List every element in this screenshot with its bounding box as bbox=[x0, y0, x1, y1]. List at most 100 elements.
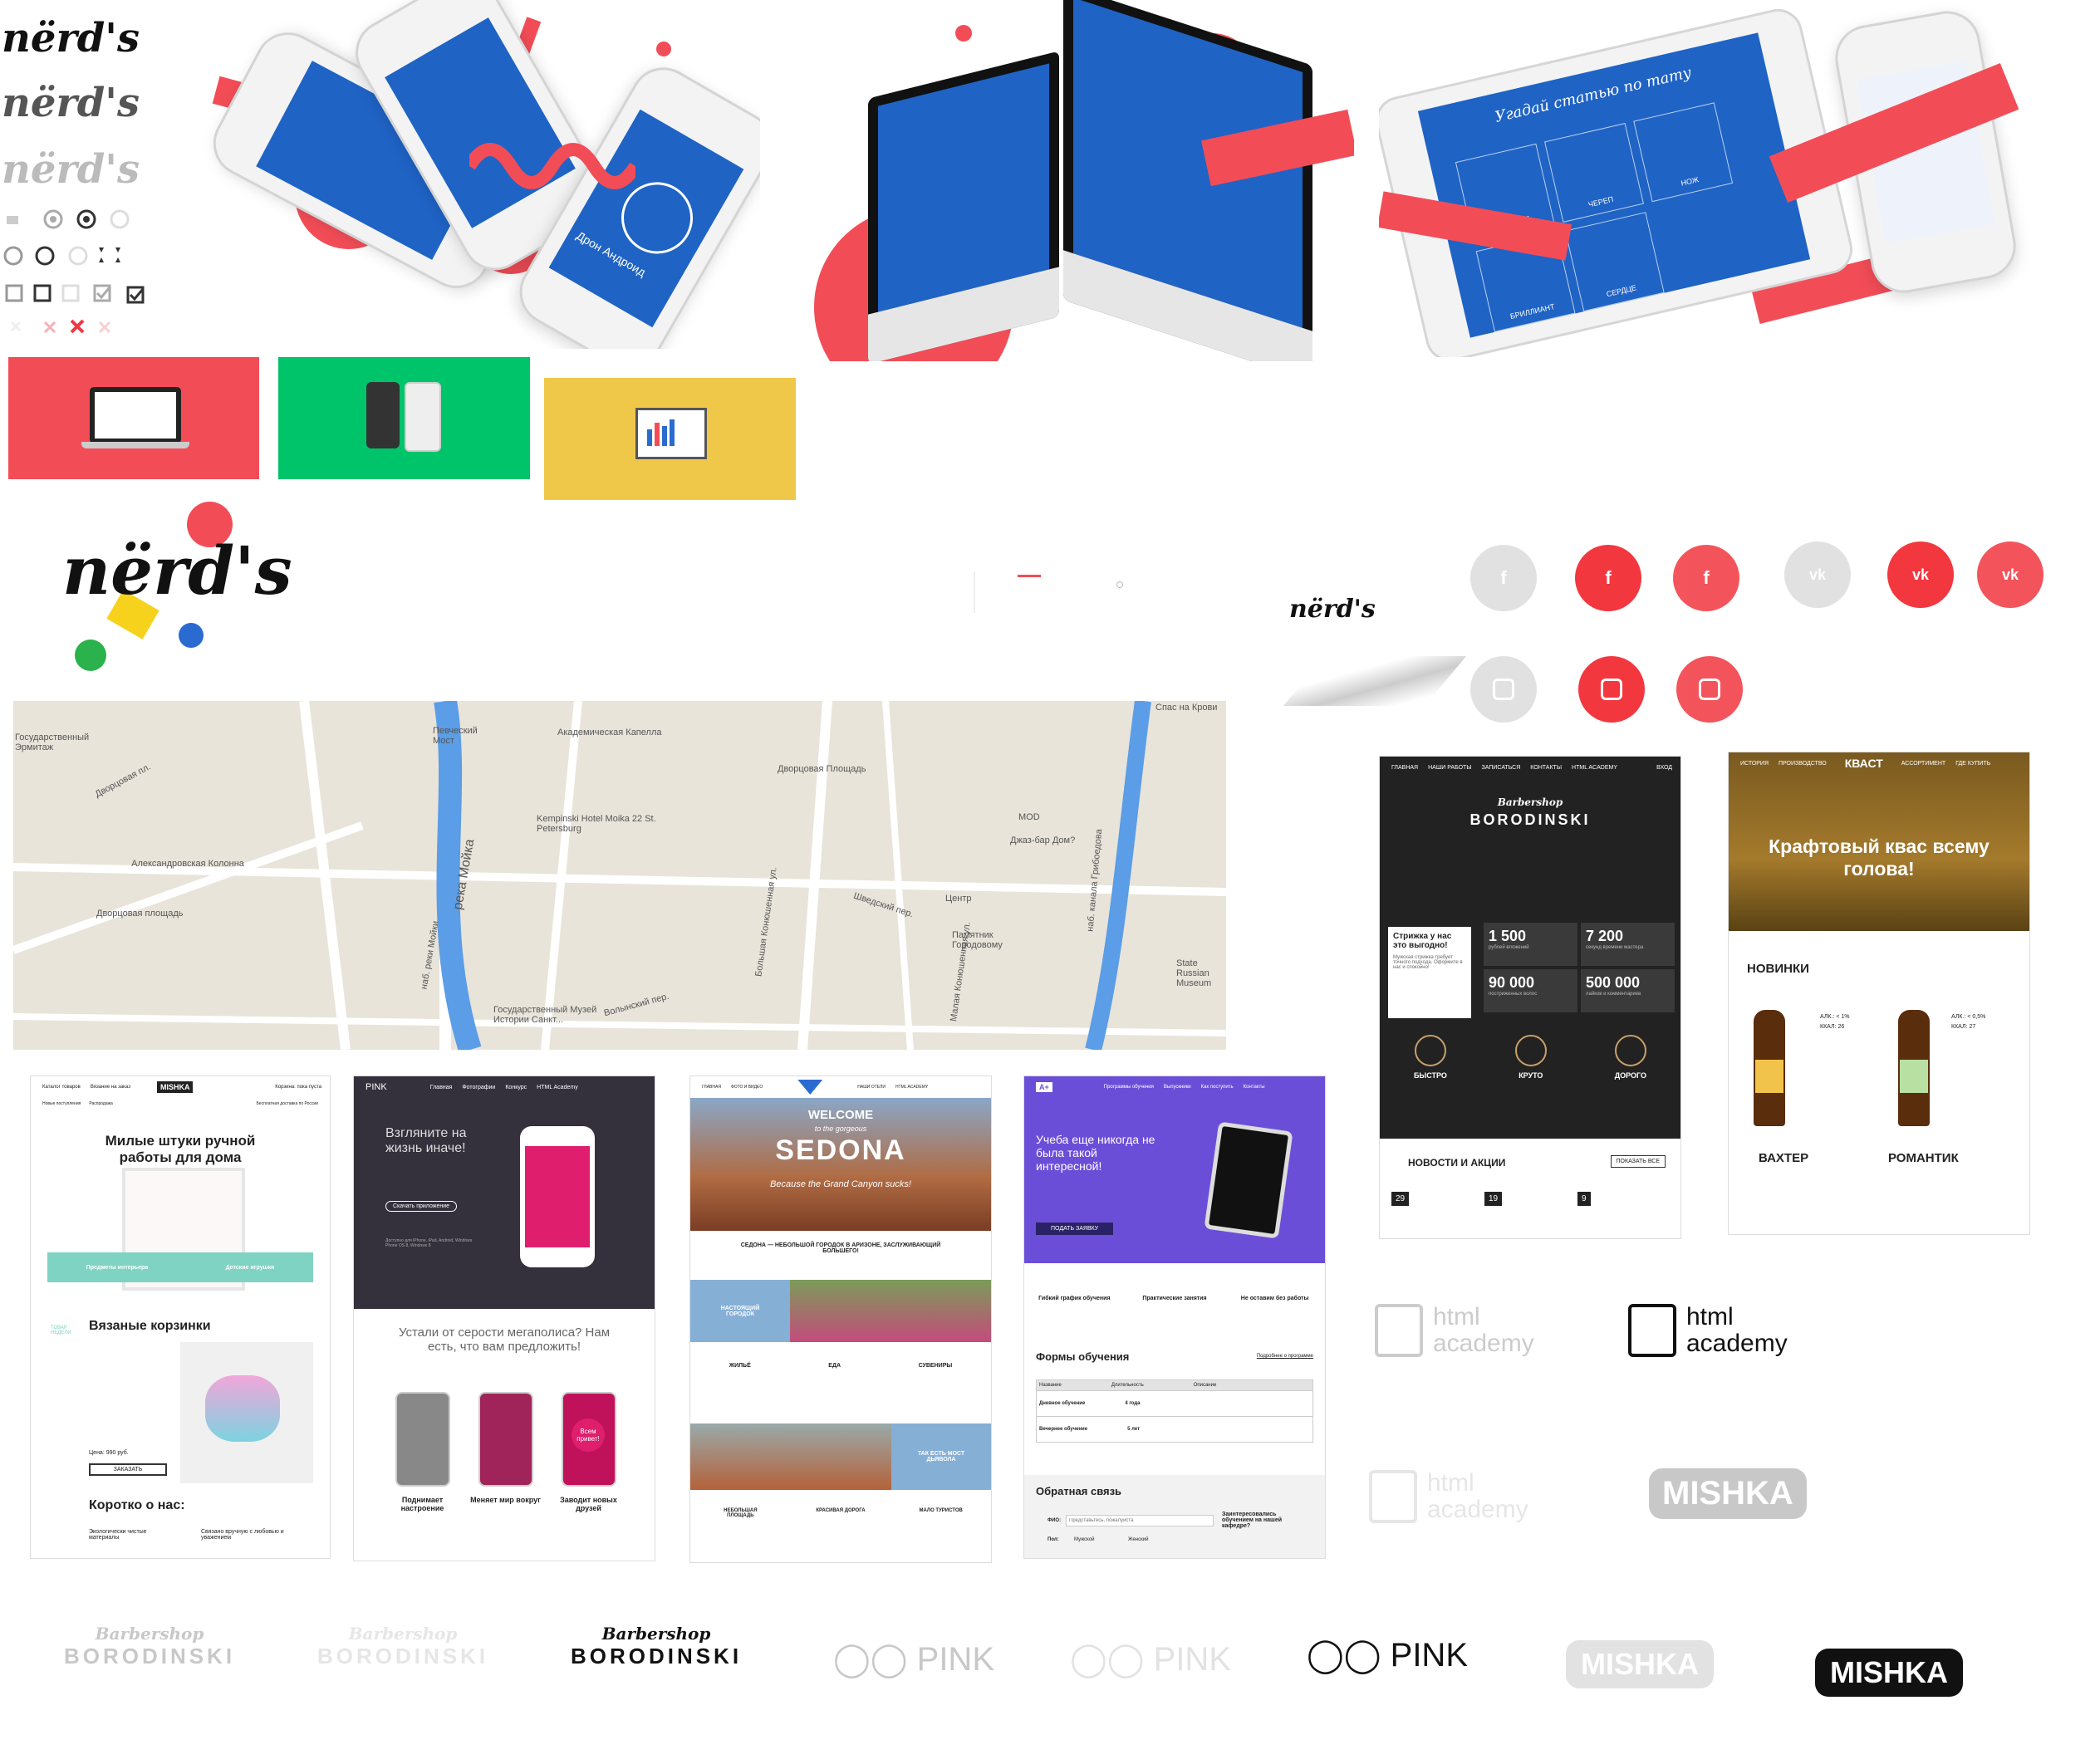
stat-cell: 7 200 секунд времени мастера bbox=[1581, 923, 1675, 966]
ipad-tile[interactable]: ЧЕРЕП bbox=[1544, 123, 1644, 223]
tab-toys[interactable]: Детские игрушки bbox=[226, 1265, 275, 1271]
kvas-logo[interactable]: КВАСТ bbox=[1845, 757, 1883, 770]
facebook-button[interactable]: f bbox=[1575, 545, 1641, 611]
gender-female[interactable]: Женский bbox=[1128, 1537, 1148, 1542]
pink-logo-faint: ◯◯ PINK bbox=[1069, 1641, 1231, 1678]
nav-item[interactable]: ПРОИЗВОДСТВО bbox=[1779, 761, 1827, 767]
nav-item[interactable]: Вязание на заказ bbox=[91, 1085, 130, 1090]
product-price: Цена: 990 руб. bbox=[89, 1450, 129, 1456]
order-button[interactable]: ЗАКАЗАТЬ bbox=[89, 1463, 167, 1476]
nav-item[interactable]: Главная bbox=[430, 1085, 453, 1090]
cart-icon bbox=[7, 216, 18, 224]
product-image bbox=[180, 1342, 313, 1483]
glasses-icon: ◯◯ bbox=[832, 1641, 917, 1678]
nav-item[interactable]: ГДЕ КУПИТЬ bbox=[1955, 761, 1990, 767]
stat-label: лайков и комментариев bbox=[1586, 992, 1641, 997]
sedona-features: ЖИЛЬЁ ЕДА СУВЕНИРЫ bbox=[690, 1363, 991, 1369]
academy-line2: academy bbox=[1686, 1330, 1788, 1357]
monitor-screen bbox=[878, 63, 1049, 312]
mishka-card[interactable]: Каталог товаров Вязание на заказ MISHKA … bbox=[30, 1076, 331, 1559]
mishka-logo[interactable]: MISHKA bbox=[156, 1081, 194, 1093]
ipad-tile[interactable]: НОЖ bbox=[1633, 102, 1734, 203]
pink-phone bbox=[395, 1392, 450, 1487]
nav-item[interactable]: HTML Academy bbox=[537, 1085, 578, 1090]
gender-male[interactable]: Мужской bbox=[1074, 1537, 1095, 1542]
monitor-left bbox=[868, 51, 1059, 361]
phone-dark-icon bbox=[366, 382, 400, 448]
pink-hero: PINK Главная Фотографии Конкурс HTML Aca… bbox=[354, 1076, 655, 1309]
tab-interior[interactable]: Предметы интерьера bbox=[86, 1265, 148, 1271]
nav-item[interactable]: Выпускники bbox=[1164, 1085, 1191, 1090]
academy-logo[interactable]: A+ bbox=[1036, 1082, 1052, 1092]
instagram-icon bbox=[1699, 679, 1720, 700]
features-row: БЫСТРО КРУТО ДОРОГО bbox=[1380, 1035, 1680, 1080]
sedona-title: SEDONA bbox=[775, 1134, 906, 1166]
instagram-button-hover[interactable] bbox=[1676, 656, 1743, 723]
tile-green[interactable] bbox=[278, 357, 530, 479]
nav-item[interactable]: ФОТО И ВИДЕО bbox=[731, 1085, 763, 1090]
news-date: 19 bbox=[1484, 1192, 1503, 1206]
phones-mockup: Дрон Андроид bbox=[179, 0, 760, 349]
decor-circle bbox=[955, 25, 972, 42]
nav-item[interactable]: НАШИ РАБОТЫ bbox=[1428, 765, 1471, 771]
nav-item[interactable]: Конкурс bbox=[505, 1085, 527, 1090]
feature-food: ЕДА bbox=[828, 1363, 841, 1369]
kvas-nav: ИСТОРИЯ ПРОИЗВОДСТВО КВАСТ АССОРТИМЕНТ Г… bbox=[1729, 752, 2029, 774]
instagram-button-disabled[interactable] bbox=[1470, 656, 1537, 723]
sedona-card[interactable]: ГЛАВНАЯ ФОТО И ВИДЕО НАШИ ОТЕЛИ HTML ACA… bbox=[689, 1076, 992, 1563]
vk-button[interactable]: vk bbox=[1887, 541, 1954, 608]
nav-item[interactable]: Как поступить bbox=[1201, 1085, 1234, 1090]
kvas-card[interactable]: ИСТОРИЯ ПРОИЗВОДСТВО КВАСТ АССОРТИМЕНТ Г… bbox=[1728, 752, 2030, 1235]
nav-item[interactable]: ГЛАВНАЯ bbox=[702, 1085, 721, 1090]
news-button[interactable]: ПОКАЗАТЬ ВСЕ bbox=[1610, 1155, 1666, 1168]
nav-item[interactable]: Программы обучения bbox=[1104, 1085, 1154, 1090]
pink-card[interactable]: PINK Главная Фотографии Конкурс HTML Aca… bbox=[353, 1076, 655, 1561]
nav-item[interactable]: ВХОД bbox=[1656, 765, 1672, 771]
nav-item[interactable]: Распродажа bbox=[89, 1101, 112, 1106]
nav-item[interactable]: HTML ACADEMY bbox=[1572, 765, 1617, 771]
nav-item[interactable]: ГЛАВНАЯ bbox=[1391, 765, 1418, 771]
facebook-button-disabled[interactable]: f bbox=[1470, 545, 1537, 611]
map[interactable]: Государственный Эрмитаж Дворцовая пл. Пе… bbox=[13, 701, 1226, 1050]
sedona-logo[interactable] bbox=[797, 1080, 823, 1095]
tile-yellow[interactable] bbox=[544, 378, 796, 500]
hand-phone bbox=[520, 1126, 595, 1267]
razor-icon bbox=[1614, 1035, 1646, 1066]
nav-item[interactable]: Каталог товаров bbox=[42, 1085, 81, 1090]
tile-red[interactable] bbox=[8, 357, 259, 479]
bottom-item: МАЛО ТУРИСТОВ bbox=[919, 1508, 963, 1513]
chair-icon bbox=[1514, 1035, 1547, 1066]
mishka-subnav: Новые поступления Распродажа Бесплатная … bbox=[42, 1101, 318, 1106]
forms-title: Формы обучения bbox=[1036, 1350, 1130, 1363]
vk-button-disabled[interactable]: vk bbox=[1784, 541, 1851, 608]
map-label: Дворцовая Площадь bbox=[778, 764, 866, 774]
academy-line2: academy bbox=[1433, 1330, 1534, 1357]
nav-item[interactable]: HTML ACADEMY bbox=[895, 1085, 928, 1090]
nav-item[interactable]: Новые поступления bbox=[42, 1101, 81, 1106]
nav-item[interactable]: ИСТОРИЯ bbox=[1740, 761, 1769, 767]
facebook-button-hover[interactable]: f bbox=[1673, 545, 1739, 611]
city-photo bbox=[790, 1280, 991, 1342]
academy-card[interactable]: A+ Программы обучения Выпускники Как пос… bbox=[1023, 1076, 1326, 1559]
nav-item[interactable]: КОНТАКТЫ bbox=[1530, 765, 1562, 771]
nav-item[interactable]: НАШИ ОТЕЛИ bbox=[857, 1085, 886, 1090]
nav-item[interactable]: Контакты bbox=[1244, 1085, 1265, 1090]
feature-item: БЫСТРО bbox=[1414, 1035, 1447, 1080]
ipad-tile[interactable]: СЕРДЦЕ bbox=[1564, 212, 1665, 312]
barbershop-card[interactable]: ГЛАВНАЯ НАШИ РАБОТЫ ЗАПИСАТЬСЯ КОНТАКТЫ … bbox=[1379, 756, 1681, 1239]
download-button[interactable]: Скачать приложение bbox=[385, 1201, 458, 1212]
pink-logo[interactable]: PINK bbox=[366, 1082, 387, 1092]
nav-item[interactable]: Фотографии bbox=[462, 1085, 495, 1090]
cart-status[interactable]: Корзина: пока пуста bbox=[275, 1085, 321, 1090]
instagram-button[interactable] bbox=[1578, 656, 1645, 723]
apply-button[interactable]: ПОДАТЬ ЗАЯВКУ bbox=[1036, 1223, 1114, 1235]
pink-hero-title: Взгляните на жизнь иначе! bbox=[385, 1126, 467, 1155]
forms-link[interactable]: Подробнее о программе bbox=[1257, 1354, 1313, 1359]
nav-item[interactable]: АССОРТИМЕНТ bbox=[1901, 761, 1945, 767]
vk-icon: vk bbox=[1808, 566, 1827, 583]
fio-input[interactable] bbox=[1066, 1515, 1214, 1526]
map-label: MOD bbox=[1018, 812, 1040, 822]
nav-item[interactable]: ЗАПИСАТЬСЯ bbox=[1482, 765, 1521, 771]
scissors-icon bbox=[1414, 1035, 1446, 1066]
vk-button-hover[interactable]: vk bbox=[1977, 541, 2043, 608]
